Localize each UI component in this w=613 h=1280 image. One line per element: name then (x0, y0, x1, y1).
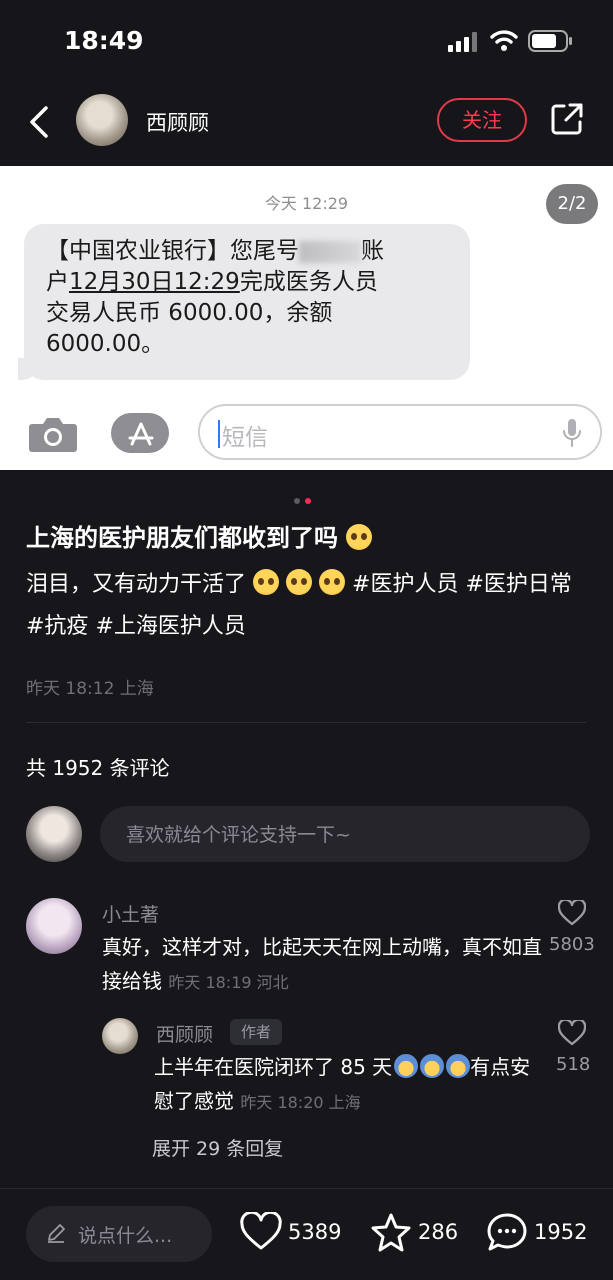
reply-like-count: 518 (556, 1054, 591, 1075)
battery-icon (528, 30, 572, 52)
star-icon (371, 1213, 411, 1252)
favorite-count: 286 (418, 1220, 459, 1244)
emoji-sticker (394, 1054, 419, 1078)
emoji-sticker (446, 1054, 471, 1078)
reply-meta: 昨天 18:20 上海 (240, 1093, 361, 1112)
reply-body-a: 上半年在医院闭环了 85 天 (154, 1055, 393, 1079)
sms-line1-b: 账 (361, 238, 384, 264)
divider (26, 722, 586, 723)
sms-line4: 6000.00。 (46, 331, 165, 357)
pleading-face-emoji (253, 569, 280, 595)
reply-avatar[interactable] (102, 1018, 138, 1054)
hashtag-link[interactable]: #上海医护人员 (95, 614, 245, 639)
carousel-dot-active[interactable] (305, 498, 311, 504)
sms-line2-a: 户 (46, 269, 69, 295)
hashtag-link[interactable]: #医护日常 (465, 572, 571, 597)
text-cursor (218, 420, 220, 448)
status-bar: 18:49 (0, 0, 613, 80)
like-count: 5389 (288, 1220, 342, 1244)
commenter-name[interactable]: 小土著 (102, 900, 159, 927)
sms-line2-b: 完成医务人员 (239, 269, 378, 295)
author-badge: 作者 (230, 1019, 282, 1045)
sms-timestamp: 今天 12:29 (264, 194, 349, 213)
author-name[interactable]: 西顾顾 (146, 107, 209, 137)
pleading-face-emoji (346, 524, 373, 550)
back-icon[interactable] (26, 102, 52, 142)
status-time: 18:49 (64, 26, 144, 55)
post-meta: 昨天 18:12 上海 (26, 679, 154, 699)
carousel-dot[interactable] (294, 498, 300, 504)
app-store-icon (111, 413, 169, 453)
redacted-digits (299, 240, 361, 263)
comment-input-placeholder: 喜欢就给个评论支持一下~ (126, 824, 351, 846)
sms-date-link: 12月30日12:29 (69, 269, 240, 295)
comment-icon (487, 1213, 527, 1251)
sms-input-field: 短信 (198, 404, 602, 460)
hashtag-link[interactable]: #医护人员 (352, 572, 458, 597)
commenter-avatar[interactable] (26, 898, 82, 954)
pencil-icon (48, 1224, 65, 1243)
carousel-dots (294, 489, 316, 508)
comment-total: 1952 (534, 1220, 588, 1244)
camera-icon (29, 418, 77, 452)
bottom-divider (0, 1188, 613, 1189)
reply-text[interactable]: 上半年在医院闭环了 85 天有点安慰了感觉 昨天 18:20 上海 (154, 1050, 546, 1120)
sms-line1-a: 【中国农业银行】您尾号 (46, 238, 299, 264)
author-avatar[interactable] (76, 94, 128, 146)
sms-input-placeholder: 短信 (222, 425, 268, 451)
microphone-icon (563, 419, 581, 447)
expand-replies-button[interactable]: 展开 29 条回复 (152, 1134, 283, 1161)
favorite-button[interactable]: 286 (370, 1210, 470, 1256)
follow-button[interactable]: 关注 (437, 98, 527, 142)
post-image[interactable]: 今天 12:29 2/2 【中国农业银行】您尾号 账 户12月30日12:29完成… (0, 166, 613, 470)
signal-icon (448, 32, 477, 52)
wifi-icon (490, 30, 518, 51)
post-title: 上海的医护朋友们都收到了吗 (26, 518, 373, 553)
share-icon[interactable] (550, 102, 584, 136)
say-something-placeholder: 说点什么... (78, 1225, 173, 1247)
pleading-face-emoji (286, 569, 313, 595)
post-body-text: 泪目，又有动力干活了 (26, 572, 247, 597)
post-header: 西顾顾 关注 (0, 80, 613, 166)
pleading-face-emoji (319, 569, 346, 595)
comment-text[interactable]: 真好，这样才对，比起天天在网上动嘴，真不如直接给钱 昨天 18:19 河北 (102, 930, 542, 1000)
image-page-indicator: 2/2 (546, 184, 598, 224)
comment-meta: 昨天 18:19 河北 (168, 973, 289, 992)
hashtag-link[interactable]: #抗疫 (26, 614, 88, 639)
reply-author-name[interactable]: 西顾顾 (156, 1020, 213, 1047)
heart-icon[interactable] (558, 900, 586, 926)
sms-line3: 交易人民币 6000.00，余额 (46, 300, 333, 326)
like-button[interactable]: 5389 (240, 1210, 350, 1256)
heart-icon (240, 1212, 282, 1250)
say-something-input[interactable]: 说点什么... (26, 1206, 212, 1262)
post-description: 泪目，又有动力干活了 #医护人员 #医护日常 #抗疫 #上海医护人员 (26, 564, 592, 648)
heart-icon[interactable] (558, 1020, 586, 1046)
comment-count: 共 1952 条评论 (26, 756, 170, 780)
comment-like-count: 5803 (549, 934, 595, 955)
comment-button[interactable]: 1952 (486, 1210, 596, 1256)
comment-input[interactable]: 喜欢就给个评论支持一下~ (100, 806, 590, 862)
post-title-text: 上海的医护朋友们都收到了吗 (26, 524, 338, 552)
current-user-avatar (26, 806, 82, 862)
sms-bubble: 【中国农业银行】您尾号 账 户12月30日12:29完成医务人员 交易人民币 60… (24, 224, 470, 380)
emoji-sticker (420, 1054, 445, 1078)
